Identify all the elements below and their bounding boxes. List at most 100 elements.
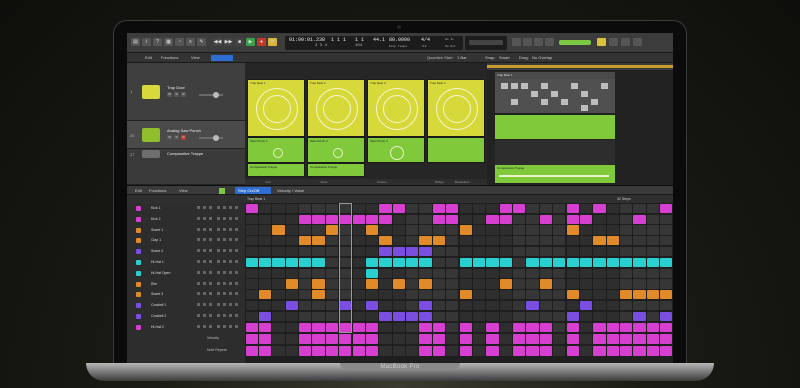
step-on[interactable] — [633, 214, 646, 224]
step-row-header[interactable]: Clap 1 — [127, 235, 245, 246]
step-off[interactable] — [365, 203, 379, 213]
step-on[interactable] — [566, 203, 579, 213]
step-off[interactable] — [539, 225, 553, 235]
velocity-bar[interactable] — [339, 333, 352, 344]
snap-value[interactable]: Smart — [499, 55, 510, 60]
row-control[interactable] — [203, 238, 206, 242]
row-control[interactable] — [235, 324, 238, 328]
step-on[interactable] — [365, 301, 379, 311]
row-control[interactable] — [229, 292, 232, 296]
scene-label[interactable]: Intro — [265, 180, 271, 184]
step-off[interactable] — [499, 322, 512, 332]
step-off[interactable] — [633, 301, 646, 311]
step-off[interactable] — [660, 236, 673, 246]
step-off[interactable] — [606, 203, 619, 213]
row-control[interactable] — [203, 227, 206, 231]
step-off[interactable] — [352, 290, 365, 300]
note-repeat-bar[interactable] — [579, 345, 593, 356]
step-on[interactable] — [379, 257, 392, 267]
step-off[interactable] — [553, 225, 566, 235]
step-off[interactable] — [553, 311, 566, 321]
step-row-header[interactable]: Hi-Hat 2 — [127, 322, 245, 333]
step-off[interactable] — [272, 279, 285, 289]
row-control[interactable] — [209, 216, 212, 220]
step-off[interactable] — [553, 247, 566, 257]
step-off[interactable] — [472, 301, 486, 311]
step-off[interactable] — [526, 247, 539, 257]
step-on[interactable] — [660, 322, 673, 332]
step-off[interactable] — [325, 290, 339, 300]
step-on[interactable] — [352, 322, 365, 332]
step-off[interactable] — [633, 203, 646, 213]
track-row[interactable]: 27 Comparative Trappe — [127, 149, 245, 185]
step-off[interactable] — [526, 268, 539, 278]
step-off[interactable] — [285, 322, 298, 332]
step-on[interactable] — [365, 322, 379, 332]
step-off[interactable] — [258, 301, 272, 311]
step-on[interactable] — [459, 257, 472, 267]
row-control[interactable] — [217, 206, 220, 209]
step-off[interactable] — [258, 203, 272, 213]
step-off[interactable] — [406, 322, 419, 332]
help-button[interactable]: ? — [153, 38, 162, 46]
lcd-display[interactable]: 01:00:01.238 1 1 1 1 1 44.1 80.0000 4/4 … — [285, 36, 463, 50]
step-off[interactable] — [486, 301, 499, 311]
step-off[interactable] — [272, 236, 285, 246]
note-repeat-bar[interactable] — [646, 345, 660, 356]
step-off[interactable] — [593, 214, 606, 224]
step-off[interactable] — [272, 268, 285, 278]
step-off[interactable] — [245, 247, 258, 257]
step-off[interactable] — [620, 301, 633, 311]
step-on[interactable] — [379, 214, 392, 224]
step-off[interactable] — [472, 322, 486, 332]
velocity-bar[interactable] — [486, 333, 499, 344]
list-editors-button[interactable] — [597, 38, 606, 46]
row-control[interactable] — [229, 303, 232, 307]
step-on[interactable] — [365, 225, 379, 235]
velocity-bar[interactable] — [539, 333, 553, 344]
step-on[interactable] — [513, 203, 526, 213]
step-row-header[interactable]: Snare 1 — [127, 225, 245, 236]
step-off[interactable] — [406, 290, 419, 300]
row-control[interactable] — [223, 270, 226, 274]
step-off[interactable] — [579, 279, 593, 289]
step-off[interactable] — [646, 225, 660, 235]
step-off[interactable] — [593, 290, 606, 300]
step-off[interactable] — [579, 290, 593, 300]
step-off[interactable] — [526, 214, 539, 224]
velocity-bar[interactable] — [299, 333, 312, 344]
step-on[interactable] — [258, 311, 272, 321]
step-off[interactable] — [566, 236, 579, 246]
step-on[interactable] — [459, 322, 472, 332]
menu-view[interactable]: View — [191, 55, 200, 60]
row-control[interactable] — [197, 324, 200, 328]
step-off[interactable] — [553, 268, 566, 278]
step-off[interactable] — [486, 203, 499, 213]
step-off[interactable] — [486, 268, 499, 278]
row-control[interactable] — [217, 260, 220, 263]
step-off[interactable] — [312, 311, 325, 321]
step-off[interactable] — [432, 268, 446, 278]
step-row-header[interactable]: Cowbell 1 — [127, 300, 245, 311]
step-on[interactable] — [539, 257, 553, 267]
step-off[interactable] — [446, 311, 459, 321]
step-off[interactable] — [392, 290, 405, 300]
step-off[interactable] — [646, 268, 660, 278]
record-enable-button[interactable]: R — [181, 135, 186, 140]
row-control[interactable] — [197, 206, 200, 209]
step-on[interactable] — [406, 257, 419, 267]
step-off[interactable] — [446, 301, 459, 311]
step-off[interactable] — [486, 311, 499, 321]
row-control[interactable] — [217, 281, 220, 285]
row-control[interactable] — [209, 227, 212, 231]
row-control[interactable] — [197, 292, 200, 296]
step-on[interactable] — [312, 290, 325, 300]
velocity-bar[interactable] — [459, 333, 472, 344]
row-control[interactable] — [223, 292, 226, 296]
step-row-header[interactable]: Snare 2 — [127, 246, 245, 257]
editor-menu-view[interactable]: View — [179, 188, 188, 193]
step-off[interactable] — [553, 290, 566, 300]
step-on[interactable] — [606, 322, 619, 332]
menu-edit[interactable]: Edit — [145, 55, 152, 60]
volume-slider[interactable] — [199, 135, 223, 141]
